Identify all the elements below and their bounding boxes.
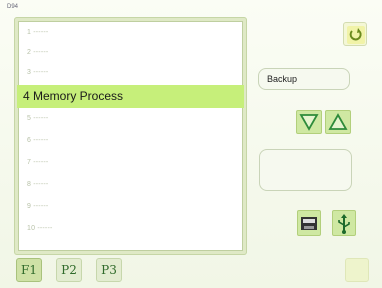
floppy-disk-icon <box>301 217 317 230</box>
list-item-label: 3 ------ <box>27 69 49 76</box>
list-item-10[interactable]: 10 ------ <box>19 220 242 240</box>
window-title-tag: D94 <box>7 4 19 10</box>
process-list-frame: 1 ------ 2 ------ 3 ------ 4 Memory Proc… <box>14 17 247 255</box>
list-item-2[interactable]: 2 ------ <box>19 44 242 64</box>
list-item-8[interactable]: 8 ------ <box>19 176 242 196</box>
list-item-label: 2 ------ <box>27 49 49 56</box>
list-item-6[interactable]: 6 ------ <box>19 132 242 152</box>
tab-p2[interactable]: P2 <box>56 258 82 282</box>
list-item-label: 6 ------ <box>27 137 49 144</box>
list-item-3[interactable]: 3 ------ <box>19 64 242 84</box>
list-item-label: 8 ------ <box>27 181 49 188</box>
up-triangle-icon <box>328 113 348 130</box>
list-item-label: 5 ------ <box>27 115 49 122</box>
list-item-7[interactable]: 7 ------ <box>19 154 242 174</box>
rotate-button[interactable] <box>343 22 367 46</box>
usb-button[interactable] <box>332 210 356 236</box>
info-display-box <box>259 149 352 191</box>
list-item-5[interactable]: 5 ------ <box>19 110 242 130</box>
list-item-label: 10 ------ <box>27 225 53 232</box>
panel-screen: D94 1 ------ 2 ------ 3 ------ 4 Memory … <box>0 0 382 288</box>
list-item-9[interactable]: 9 ------ <box>19 198 242 218</box>
floppy-button[interactable] <box>297 210 321 236</box>
list-item-1[interactable]: 1 ------ <box>19 24 242 44</box>
move-down-button[interactable] <box>296 110 322 134</box>
tab-p3[interactable]: P3 <box>96 258 122 282</box>
list-item-label: 1 ------ <box>27 29 49 36</box>
backup-button[interactable]: Backup <box>258 68 350 90</box>
usb-icon <box>338 214 350 234</box>
list-item-label: 4 Memory Process <box>23 89 124 103</box>
corner-button[interactable] <box>345 258 369 282</box>
rotate-arrow-icon <box>347 26 365 44</box>
move-up-button[interactable] <box>325 110 351 134</box>
tab-f1[interactable]: F1 <box>16 258 42 282</box>
process-list[interactable]: 1 ------ 2 ------ 3 ------ 4 Memory Proc… <box>17 21 244 251</box>
down-triangle-icon <box>299 114 319 131</box>
list-item-4-selected[interactable]: 4 Memory Process <box>17 85 244 108</box>
list-item-label: 9 ------ <box>27 203 49 210</box>
list-item-label: 7 ------ <box>27 159 49 166</box>
